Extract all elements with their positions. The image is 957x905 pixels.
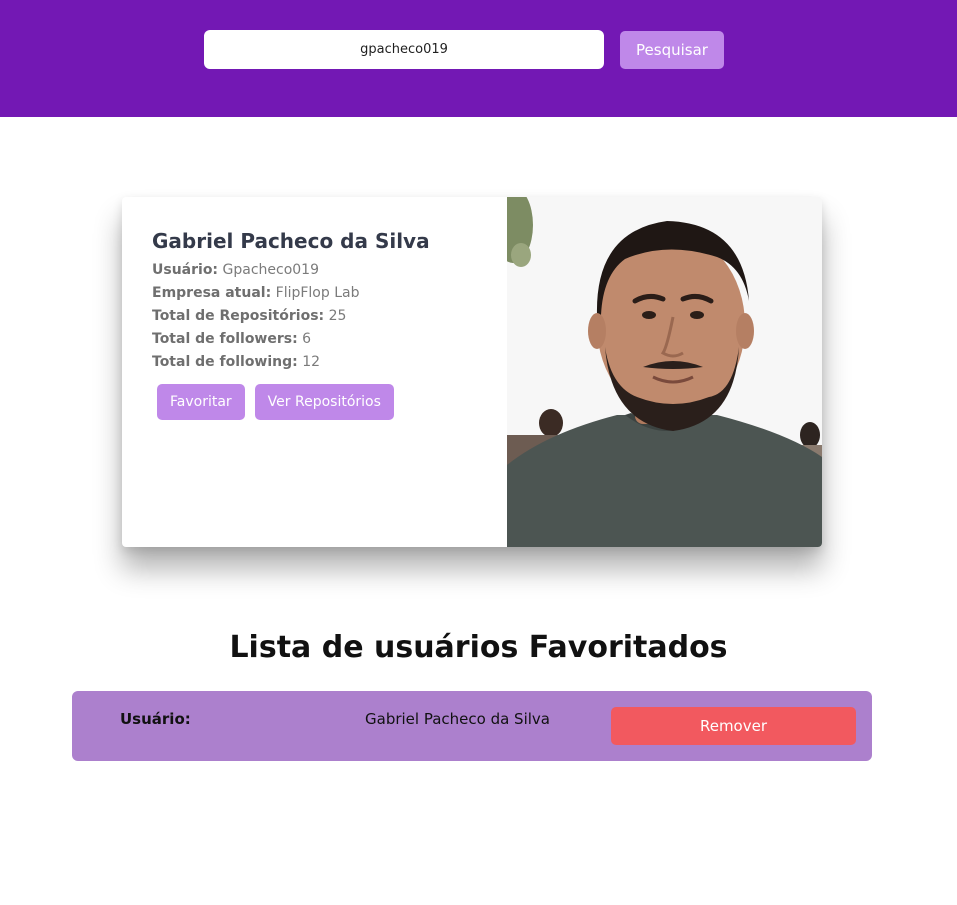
favorite-user-label: Usuário:	[120, 710, 191, 728]
profile-actions: Favoritar Ver Repositórios	[157, 384, 502, 420]
top-bar: Pesquisar	[0, 0, 957, 117]
avatar-photo	[507, 197, 822, 547]
profile-name: Gabriel Pacheco da Silva	[152, 229, 430, 253]
profile-company: Empresa atual: FlipFlop Lab	[152, 285, 360, 301]
profile-following: Total de following: 12	[152, 354, 321, 370]
profile-repos-count: Total de Repositórios: 25	[152, 308, 347, 324]
favorite-user-row: Usuário: Gabriel Pacheco da Silva Remove…	[72, 691, 872, 761]
avatar	[507, 197, 822, 547]
view-repos-button[interactable]: Ver Repositórios	[254, 384, 394, 420]
search-input[interactable]	[204, 30, 604, 69]
favorites-title: Lista de usuários Favoritados	[229, 630, 728, 665]
search-button[interactable]: Pesquisar	[620, 31, 724, 69]
profile-info: Gabriel Pacheco da Silva Usuário: Gpache…	[152, 229, 502, 420]
remove-favorite-button[interactable]: Remover	[611, 707, 856, 745]
profile-followers: Total de followers: 6	[152, 331, 312, 347]
favorite-button[interactable]: Favoritar	[157, 384, 245, 420]
favorite-user-name: Gabriel Pacheco da Silva	[365, 710, 550, 728]
profile-card: Gabriel Pacheco da Silva Usuário: Gpache…	[122, 197, 822, 547]
profile-username: Usuário: Gpacheco019	[152, 262, 319, 278]
